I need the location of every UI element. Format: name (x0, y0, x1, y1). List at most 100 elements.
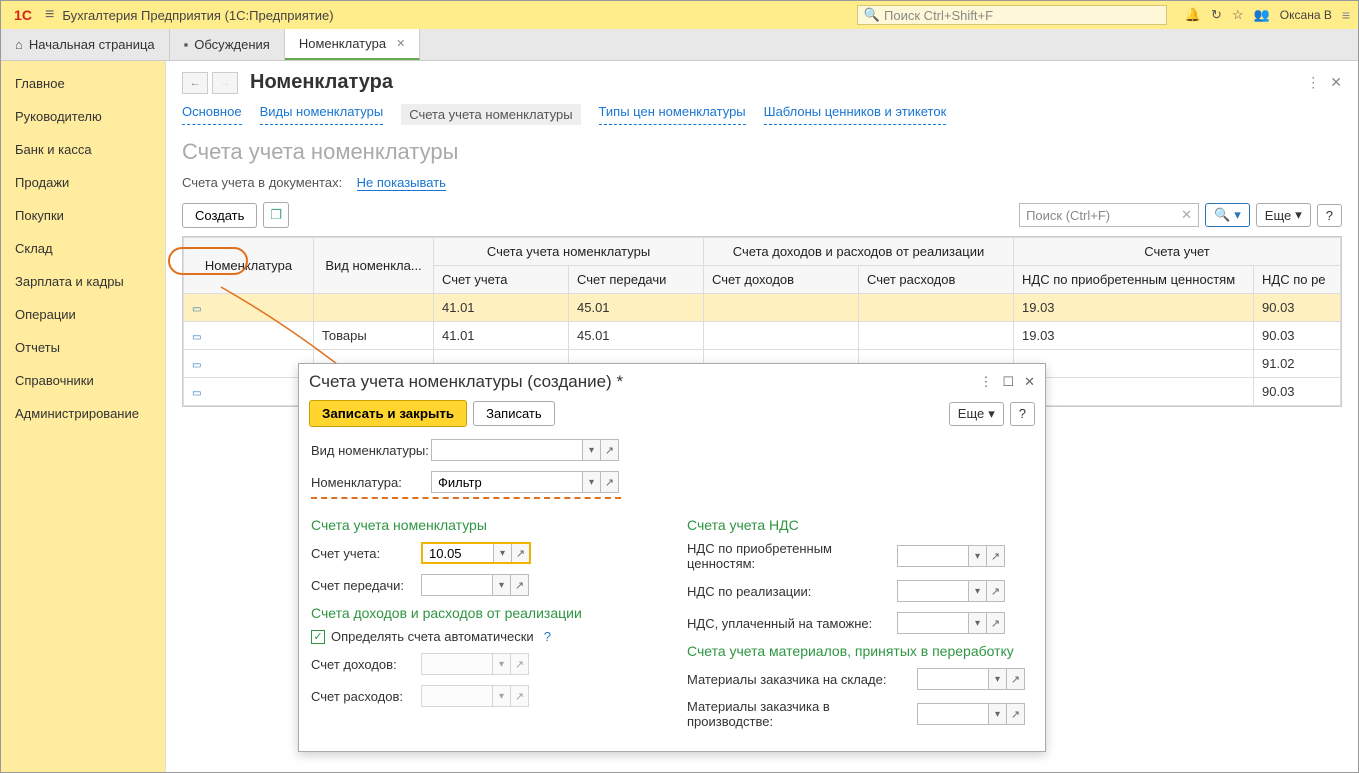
global-search-input[interactable]: 🔍 Поиск Ctrl+Shift+F (857, 5, 1167, 25)
input-nom-field[interactable] (432, 472, 582, 492)
input-nds-pr-field[interactable] (898, 546, 968, 566)
input-nom[interactable]: ▾ ↗ (431, 471, 619, 493)
table-row[interactable]: ▭Товары41.0145.0119.0390.03 (184, 322, 1341, 350)
input-mat-skl-field[interactable] (918, 669, 988, 689)
input-nds-re-field[interactable] (898, 581, 968, 601)
window-menu-icon[interactable]: ≡ (1342, 7, 1350, 23)
row-icon: ▭ (192, 360, 201, 371)
input-schet-u-field[interactable] (423, 544, 493, 562)
user-icon[interactable]: 👥 (1254, 7, 1270, 23)
chevron-down-icon[interactable]: ▾ (968, 546, 986, 566)
chevron-down-icon[interactable]: ▾ (968, 581, 986, 601)
checkbox-auto[interactable]: ✓ Определять счета автоматически ? (311, 629, 657, 644)
th-nds-r[interactable]: НДС по ре (1254, 266, 1341, 294)
subnav-templates[interactable]: Шаблоны ценников и этикеток (764, 104, 947, 125)
sidebar-item-sales[interactable]: Продажи (1, 166, 165, 199)
th-schet-d[interactable]: Счет доходов (704, 266, 859, 294)
input-mat-pro[interactable]: ▾ ↗ (917, 703, 1025, 725)
open-ref-icon[interactable]: ↗ (986, 581, 1004, 601)
chevron-down-icon[interactable]: ▾ (988, 669, 1006, 689)
dialog-menu-icon[interactable]: ⋮ (979, 374, 992, 390)
sidebar-item-bank[interactable]: Банк и касса (1, 133, 165, 166)
tab-start-page[interactable]: ⌂ Начальная страница (1, 29, 170, 60)
subnav-vidy[interactable]: Виды номенклатуры (260, 104, 384, 125)
open-ref-icon[interactable]: ↗ (1006, 669, 1024, 689)
input-nds-pr[interactable]: ▾ ↗ (897, 545, 1005, 567)
sidebar-item-purchases[interactable]: Покупки (1, 199, 165, 232)
open-ref-icon[interactable]: ↗ (600, 472, 618, 492)
open-ref-icon[interactable]: ↗ (1006, 704, 1024, 724)
clear-search-icon[interactable]: ✕ (1181, 207, 1192, 223)
open-ref-icon[interactable]: ↗ (600, 440, 618, 460)
open-ref-icon[interactable]: ↗ (511, 544, 529, 562)
input-nds-tam-field[interactable] (898, 613, 968, 633)
sidebar-item-operations[interactable]: Операции (1, 298, 165, 331)
chevron-down-icon[interactable]: ▾ (582, 440, 600, 460)
dialog-more-button[interactable]: Еще ▾ (949, 402, 1004, 426)
more-label: Еще (958, 406, 984, 421)
sidebar-item-refs[interactable]: Справочники (1, 364, 165, 397)
sidebar-item-manager[interactable]: Руководителю (1, 100, 165, 133)
dialog-maximize-icon[interactable]: ☐ (1002, 374, 1014, 390)
open-ref-icon[interactable]: ↗ (986, 546, 1004, 566)
copy-button[interactable]: ❐ (263, 202, 289, 228)
sidebar-item-reports[interactable]: Отчеты (1, 331, 165, 364)
save-button[interactable]: Записать (473, 401, 555, 426)
page-menu-icon[interactable]: ⋮ (1306, 74, 1320, 91)
open-ref-icon[interactable]: ↗ (986, 613, 1004, 633)
help-button[interactable]: ? (1317, 204, 1342, 227)
dialog-close-icon[interactable]: ✕ (1024, 374, 1035, 390)
open-ref-icon[interactable]: ↗ (510, 575, 528, 595)
chevron-down-icon[interactable]: ▾ (988, 704, 1006, 724)
chevron-down-icon[interactable]: ▾ (493, 544, 511, 562)
sidebar-item-main[interactable]: Главное (1, 67, 165, 100)
subnav-accounts[interactable]: Счета учета номенклатуры (401, 104, 580, 125)
star-icon[interactable]: ☆ (1232, 7, 1244, 23)
subnav-main[interactable]: Основное (182, 104, 242, 125)
input-schet-u[interactable]: ▾ ↗ (421, 542, 531, 564)
dialog-help-button[interactable]: ? (1010, 402, 1035, 426)
docs-mode-toggle[interactable]: Не показывать (357, 175, 446, 191)
page-close-icon[interactable]: ✕ (1330, 74, 1342, 91)
input-mat-pro-field[interactable] (918, 704, 988, 724)
nav-forward-button[interactable]: → (212, 72, 238, 94)
input-mat-skl[interactable]: ▾ ↗ (917, 668, 1025, 690)
chevron-down-icon[interactable]: ▾ (492, 575, 510, 595)
input-vid[interactable]: ▾ ↗ (431, 439, 619, 461)
bell-icon[interactable]: 🔔 (1185, 7, 1201, 23)
sidebar-item-admin[interactable]: Администрирование (1, 397, 165, 430)
th-vid[interactable]: Вид номенкла... (314, 238, 434, 294)
hamburger-icon[interactable]: ≡ (45, 6, 54, 24)
help-icon[interactable]: ? (544, 629, 551, 644)
nav-back-button[interactable]: ← (182, 72, 208, 94)
list-search-input[interactable]: Поиск (Ctrl+F) ✕ (1019, 203, 1199, 227)
th-schet-p[interactable]: Счет передачи (569, 266, 704, 294)
th-nds-p[interactable]: НДС по приобретенным ценностям (1014, 266, 1254, 294)
chevron-down-icon[interactable]: ▾ (968, 613, 986, 633)
input-schet-d-field (422, 654, 492, 674)
th-schet-u[interactable]: Счет учета (434, 266, 569, 294)
tab-nomenclature[interactable]: Номенклатура ✕ (285, 29, 420, 60)
group-materials: Счета учета материалов, принятых в перер… (687, 643, 1033, 659)
search-run-button[interactable]: 🔍▾ (1205, 203, 1250, 227)
history-icon[interactable]: ↻ (1211, 7, 1222, 23)
th-nomenclature[interactable]: Номенклатура (184, 238, 314, 294)
more-button[interactable]: Еще ▾ (1256, 203, 1311, 227)
th-schet-r[interactable]: Счет расходов (859, 266, 1014, 294)
tab-label: Начальная страница (29, 37, 155, 52)
create-button[interactable]: Создать (182, 203, 257, 228)
tab-close-icon[interactable]: ✕ (396, 37, 405, 50)
chevron-down-icon[interactable]: ▾ (582, 472, 600, 492)
input-vid-field[interactable] (432, 440, 582, 460)
subnav-price-types[interactable]: Типы цен номенклатуры (599, 104, 746, 125)
input-schet-p-field[interactable] (422, 575, 492, 595)
input-nds-re[interactable]: ▾ ↗ (897, 580, 1005, 602)
sidebar-item-payroll[interactable]: Зарплата и кадры (1, 265, 165, 298)
input-nds-tam[interactable]: ▾ ↗ (897, 612, 1005, 634)
save-close-button[interactable]: Записать и закрыть (309, 400, 467, 427)
tab-discussions[interactable]: ▪ Обсуждения (170, 29, 285, 60)
input-schet-d: ▾ ↗ (421, 653, 529, 675)
input-schet-p[interactable]: ▾ ↗ (421, 574, 529, 596)
table-row[interactable]: ▭41.0145.0119.0390.03 (184, 294, 1341, 322)
sidebar-item-warehouse[interactable]: Склад (1, 232, 165, 265)
